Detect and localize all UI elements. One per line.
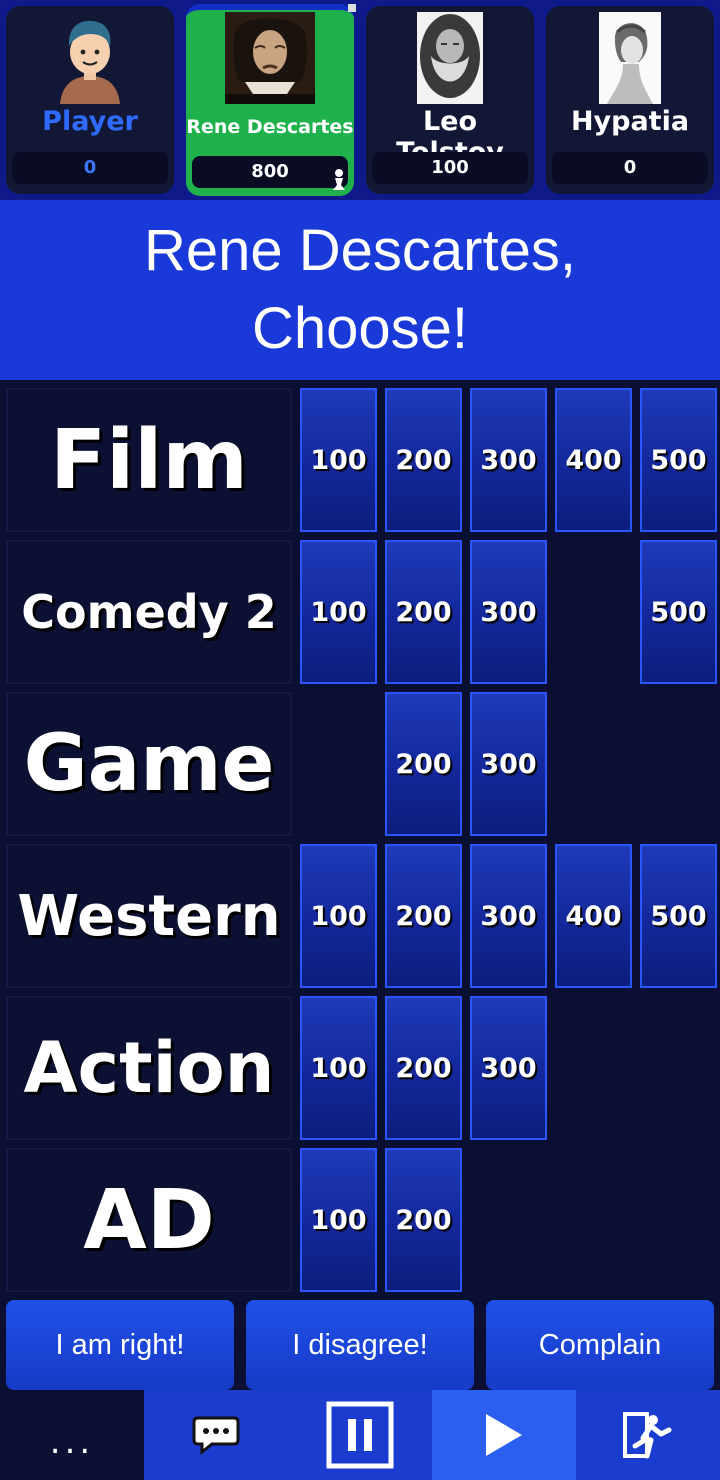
question-cell[interactable]: 400: [555, 844, 632, 988]
category-label: Comedy 2: [6, 540, 292, 684]
question-cell[interactable]: 200: [385, 388, 462, 532]
player-score: 0: [12, 152, 168, 184]
pause-icon: [326, 1401, 394, 1469]
hypatia-portrait: [599, 12, 661, 104]
complain-button[interactable]: Complain: [486, 1300, 714, 1390]
question-cell[interactable]: 200: [385, 692, 462, 836]
question-cell[interactable]: 300: [470, 996, 547, 1140]
category-label: Action: [6, 996, 292, 1140]
player-card-leo-tolstoy: Leo Tolstoy 100: [366, 6, 534, 194]
i-am-right-button[interactable]: I am right!: [6, 1300, 234, 1390]
action-buttons: I am right! I disagree! Complain: [0, 1300, 720, 1390]
question-cell[interactable]: 500: [640, 540, 717, 684]
category-label: Game: [6, 692, 292, 836]
play-icon: [486, 1414, 522, 1456]
descartes-portrait: [225, 12, 315, 104]
question-cell[interactable]: 500: [640, 388, 717, 532]
question-cell[interactable]: 100: [300, 388, 377, 532]
players-bar: Player 0 Rene Descartes 800 Leo 100 Hypa…: [0, 0, 720, 200]
board-row-film: Film 100 200 300 400 500: [0, 388, 720, 532]
question-cell[interactable]: 100: [300, 1148, 377, 1292]
player-card-rene-descartes: Rene Descartes 800: [186, 4, 356, 196]
player-card-player: Player 0: [6, 6, 174, 194]
category-label: AD: [6, 1148, 292, 1292]
question-cell[interactable]: 200: [385, 996, 462, 1140]
player-avatar: [225, 12, 315, 104]
active-marker: [348, 4, 356, 12]
question-cell[interactable]: 300: [470, 388, 547, 532]
pawn-icon: [333, 169, 345, 190]
player-name: Rene Descartes: [186, 116, 354, 138]
turn-banner: Rene Descartes, Choose!: [0, 200, 720, 380]
tolstoy-portrait: [417, 12, 483, 104]
chat-button[interactable]: [144, 1390, 288, 1480]
board-row-western: Western 100 200 300 400 500: [0, 844, 720, 988]
question-cell[interactable]: 200: [385, 844, 462, 988]
player-score: 0: [552, 152, 708, 184]
question-cell[interactable]: 200: [385, 540, 462, 684]
player-avatar: [417, 12, 483, 104]
player-name: Hypatia: [570, 106, 690, 137]
play-button[interactable]: [432, 1390, 576, 1480]
question-cell[interactable]: 100: [300, 996, 377, 1140]
question-cell[interactable]: 300: [470, 540, 547, 684]
chat-bubble-icon: [192, 1416, 240, 1456]
player-score: 100: [372, 152, 528, 184]
pause-button[interactable]: [288, 1390, 432, 1480]
more-icon: ...: [49, 1422, 95, 1462]
board-row-action: Action 100 200 300: [0, 996, 720, 1140]
exit-button[interactable]: [576, 1390, 720, 1480]
player-card-hypatia: Hypatia 0: [546, 6, 714, 194]
question-cell[interactable]: 100: [300, 844, 377, 988]
category-label: Film: [6, 388, 292, 532]
question-cell[interactable]: 300: [470, 692, 547, 836]
player-avatar: [51, 12, 129, 104]
player-score: 800: [192, 156, 348, 188]
exit-door-icon: [623, 1412, 672, 1459]
question-cell[interactable]: 100: [300, 540, 377, 684]
question-cell[interactable]: 500: [640, 844, 717, 988]
board-row-comedy-2: Comedy 2 100 200 300 500: [0, 540, 720, 684]
cartoon-person-icon: [60, 20, 120, 104]
board-row-game: Game 200 300: [0, 692, 720, 836]
bottom-toolbar: ...: [0, 1390, 720, 1480]
i-disagree-button[interactable]: I disagree!: [246, 1300, 474, 1390]
player-avatar: [599, 12, 661, 104]
banner-line-2: Choose!: [251, 296, 469, 361]
player-name: Player: [42, 106, 138, 137]
banner-line-1: Rene Descartes,: [144, 218, 576, 283]
question-cell[interactable]: 400: [555, 388, 632, 532]
more-button[interactable]: ...: [0, 1390, 144, 1480]
category-label: Western: [6, 844, 292, 988]
question-cell[interactable]: 200: [385, 1148, 462, 1292]
board-row-ad: AD 100 200: [0, 1148, 720, 1292]
question-cell[interactable]: 300: [470, 844, 547, 988]
